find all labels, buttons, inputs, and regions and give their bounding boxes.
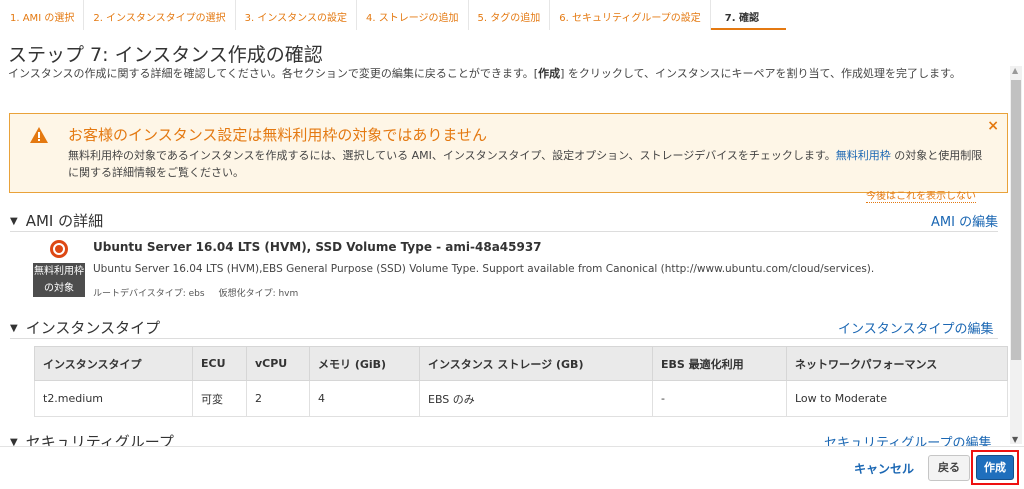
section-divider (10, 338, 998, 339)
virtualization-type: 仮想化タイプ: hvm (218, 289, 299, 299)
free-tier-badge: 無料利用枠 の対象 (33, 263, 85, 297)
tab-review[interactable]: 7. 確認 (710, 0, 786, 30)
section-divider (10, 231, 998, 232)
column-header: ネットワークパフォーマンス (786, 346, 1008, 381)
cancel-button[interactable]: キャンセル (854, 460, 914, 477)
ami-meta: ルートデバイスタイプ: ebs 仮想化タイプ: hvm (93, 286, 312, 299)
root-device-type: ルートデバイスタイプ: ebs (93, 289, 205, 299)
security-group-section-clip: ▼ セキュリティグループ セキュリティグループの編集 (0, 428, 1010, 446)
table-cell: EBS のみ (419, 380, 653, 417)
scroll-thumb[interactable] (1011, 80, 1021, 360)
wizard-steps: 1. AMI の選択 2. インスタンスタイプの選択 3. インスタンスの設定 … (0, 0, 1024, 30)
edit-ami-link[interactable]: AMI の編集 (931, 211, 998, 230)
create-button-highlight: 作成 (971, 450, 1019, 485)
ami-name: Ubuntu Server 16.04 LTS (HVM), SSD Volum… (93, 240, 542, 254)
edit-instance-type-link[interactable]: インスタンスタイプの編集 (838, 318, 993, 337)
free-tier-warning: お客様のインスタンス設定は無料利用枠の対象ではありません 無料利用枠の対象である… (9, 113, 1008, 193)
table-cell: 4 (309, 380, 420, 417)
ami-description: Ubuntu Server 16.04 LTS (HVM),EBS Genera… (93, 263, 875, 275)
warning-icon (30, 127, 48, 143)
ubuntu-logo-icon (50, 240, 68, 258)
warning-body-text: 無料利用枠の対象であるインスタンスを作成するには、選択している AMI、インスタ… (68, 149, 836, 162)
instance-type-table: インスタンスタイプ ECU vCPU メモリ (GiB) インスタンス ストレー… (34, 346, 1008, 417)
free-tier-link[interactable]: 無料利用枠 (836, 149, 891, 162)
free-tier-badge-line1: 無料利用枠 (34, 266, 84, 277)
caret-down-icon: ▼ (10, 437, 18, 446)
tab-choose-ami[interactable]: 1. AMI の選択 (0, 0, 85, 30)
column-header: EBS 最適化利用 (652, 346, 787, 381)
tab-configure-instance[interactable]: 3. インスタンスの設定 (236, 0, 357, 30)
column-header: インスタンスタイプ (34, 346, 193, 381)
column-header: メモリ (GiB) (309, 346, 420, 381)
tab-add-storage[interactable]: 4. ストレージの追加 (357, 0, 469, 30)
column-header: インスタンス ストレージ (GB) (419, 346, 653, 381)
column-header: vCPU (246, 346, 310, 381)
create-button[interactable]: 作成 (976, 455, 1014, 480)
table-header-row: インスタンスタイプ ECU vCPU メモリ (GiB) インスタンス ストレー… (34, 346, 1008, 381)
free-tier-badge-line2: の対象 (44, 283, 74, 294)
table-cell: t2.medium (34, 380, 193, 417)
close-icon[interactable]: × (987, 118, 999, 134)
ami-details-heading[interactable]: ▼ AMI の詳細 (10, 210, 103, 231)
warning-body: 無料利用枠の対象であるインスタンスを作成するには、選択している AMI、インスタ… (68, 147, 988, 181)
table-cell: 可変 (192, 380, 247, 417)
scroll-down-arrow-icon[interactable]: ▼ (1012, 435, 1018, 444)
table-row: t2.medium 可変 2 4 EBS のみ - Low to Moderat… (34, 380, 1008, 417)
security-group-heading-label: セキュリティグループ (25, 433, 174, 446)
warning-title: お客様のインスタンス設定は無料利用枠の対象ではありません (68, 126, 487, 144)
tab-add-tags[interactable]: 5. タグの追加 (469, 0, 551, 30)
instance-type-heading-label: インスタンスタイプ (25, 319, 161, 337)
back-button[interactable]: 戻る (928, 455, 970, 481)
table-cell: 2 (246, 380, 310, 417)
instance-type-heading[interactable]: ▼ インスタンスタイプ (10, 317, 160, 338)
column-header: ECU (192, 346, 247, 381)
vertical-scrollbar[interactable]: ▲ ▼ (1010, 66, 1022, 444)
table-cell: Low to Moderate (786, 380, 1008, 417)
page-description-bold: 作成 (538, 67, 561, 80)
scroll-up-arrow-icon[interactable]: ▲ (1012, 66, 1018, 75)
page-description-text-end: ] をクリックして、インスタンスにキーペアを割り当て、作成処理を完了します。 (560, 67, 961, 80)
caret-down-icon: ▼ (10, 216, 18, 227)
tab-choose-instance-type[interactable]: 2. インスタンスタイプの選択 (84, 0, 236, 30)
security-group-heading[interactable]: ▼ セキュリティグループ (10, 431, 174, 446)
edit-security-group-link[interactable]: セキュリティグループの編集 (824, 432, 991, 446)
caret-down-icon: ▼ (10, 323, 18, 334)
tab-configure-security-group[interactable]: 6. セキュリティグループの設定 (550, 0, 711, 30)
page-title: ステップ 7: インスタンス作成の確認 (8, 44, 323, 66)
footer-divider (0, 446, 1024, 447)
table-cell: - (652, 380, 787, 417)
page-description-text: インスタンスの作成に関する詳細を確認してください。各セクションで変更の編集に戻る… (8, 67, 539, 80)
dont-show-again-link[interactable]: 今後はこれを表示しない (866, 191, 976, 203)
page-description: インスタンスの作成に関する詳細を確認してください。各セクションで変更の編集に戻る… (8, 66, 1004, 82)
ami-details-heading-label: AMI の詳細 (25, 212, 104, 230)
